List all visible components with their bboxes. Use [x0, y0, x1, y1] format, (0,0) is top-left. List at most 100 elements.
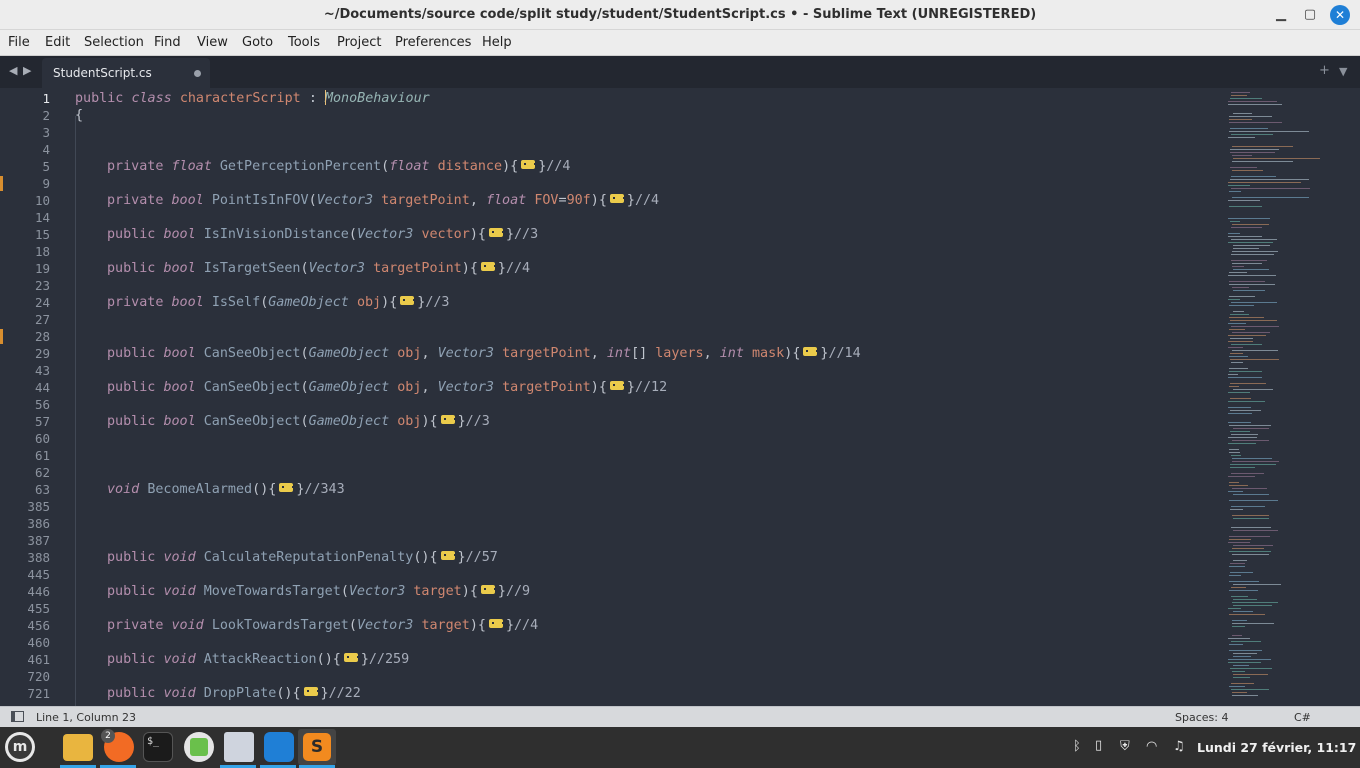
menu-file[interactable]: File [8, 35, 30, 50]
fold-marker-icon[interactable] [609, 381, 625, 390]
fold-marker-icon[interactable] [609, 194, 625, 203]
shield-icon[interactable]: ⛨ [1120, 739, 1130, 754]
text-editor-icon[interactable] [224, 732, 254, 762]
fold-marker-icon[interactable] [480, 262, 496, 271]
menu-edit[interactable]: Edit [45, 35, 70, 50]
minimap-line [1233, 677, 1250, 678]
menu-project[interactable]: Project [337, 35, 381, 50]
triangle-right-icon[interactable]: ▶ [23, 64, 31, 77]
minimap-line [1232, 287, 1249, 288]
minimap-line [1232, 146, 1293, 147]
fold-marker-icon[interactable] [803, 347, 819, 356]
code-line[interactable]: private bool IsSelf(GameObject obj){}//3 [107, 294, 450, 311]
fold-marker-icon[interactable] [343, 653, 359, 662]
line-number-gutter[interactable]: 1 2 3 4 5 9 10 14 15 18 19 23 24 27 28 29 43 44 56 57 60 61 62… [0, 88, 64, 706]
calculator-icon[interactable] [184, 732, 214, 762]
vscode-icon[interactable] [264, 732, 294, 762]
fold-marker-icon[interactable] [488, 228, 504, 237]
vertical-scrollbar[interactable] [1345, 88, 1353, 706]
line-number: 43 [34, 363, 50, 378]
menu-preferences[interactable]: Preferences [395, 35, 471, 50]
minimap-line [1228, 491, 1243, 492]
maximize-icon[interactable]: ▢ [1300, 5, 1320, 25]
code-line[interactable]: private float GetPerceptionPercent(float… [107, 158, 570, 175]
clock[interactable]: Lundi 27 février, 11:17 [1197, 740, 1356, 755]
code-line[interactable]: public bool CanSeeObject(GameObject obj,… [107, 345, 861, 362]
plus-icon[interactable]: + [1319, 63, 1330, 78]
minimap-line [1231, 689, 1269, 690]
editor-area[interactable]: 1 2 3 4 5 9 10 14 15 18 19 23 24 27 28 29 43 44 56 57 60 61 62… [0, 88, 1360, 706]
fold-marker-icon[interactable] [400, 296, 416, 305]
minimap-line [1229, 590, 1258, 591]
minimap-line [1233, 518, 1269, 519]
fold-marker-icon[interactable] [440, 551, 456, 560]
minimap-line [1229, 644, 1243, 645]
code-line[interactable]: public bool CanSeeObject(GameObject obj,… [107, 379, 667, 396]
minimap-line [1232, 602, 1278, 603]
menu-help[interactable]: Help [482, 35, 512, 50]
menu-selection[interactable]: Selection [84, 35, 144, 50]
code-line[interactable]: public void CalculateReputationPenalty()… [107, 549, 498, 566]
music-icon[interactable]: ♫ [1173, 739, 1185, 754]
minimap-line [1232, 266, 1244, 267]
code-line[interactable]: public class characterScript : MonoBehav… [75, 90, 430, 107]
code-line[interactable]: public bool IsInVisionDistance(Vector3 v… [107, 226, 538, 243]
line-number: 29 [34, 346, 50, 361]
minimize-icon[interactable]: ▁ [1271, 5, 1291, 25]
line-number: 56 [34, 397, 50, 412]
clipboard-icon[interactable]: ▯ [1095, 738, 1102, 753]
minimap-line [1230, 314, 1249, 315]
fold-marker-icon[interactable] [521, 160, 537, 169]
wifi-icon[interactable]: ◠ [1146, 739, 1157, 754]
minimap-line [1230, 563, 1245, 564]
tab-student-script[interactable]: StudentScript.cs [42, 58, 210, 88]
close-icon[interactable]: ✕ [1330, 5, 1350, 25]
fold-marker-icon[interactable] [303, 687, 319, 696]
fold-marker-icon[interactable] [440, 415, 456, 424]
mint-menu-icon[interactable]: m [5, 732, 35, 762]
minimap-line [1230, 410, 1261, 411]
triangle-left-icon[interactable]: ◀ [9, 64, 17, 77]
panel-toggle-icon[interactable] [11, 711, 24, 722]
code-line[interactable]: void BecomeAlarmed(){}//343 [107, 481, 345, 498]
minimap-line [1233, 599, 1257, 600]
minimap-line [1228, 401, 1265, 402]
minimap-line [1228, 413, 1252, 414]
line-number: 19 [34, 261, 50, 276]
modified-line-marker [0, 176, 3, 191]
menu-goto[interactable]: Goto [242, 35, 273, 50]
code-line[interactable]: private void LookTowardsTarget(Vector3 t… [107, 617, 538, 634]
fold-marker-icon[interactable] [279, 483, 295, 492]
modified-line-marker [0, 329, 3, 344]
code-line[interactable]: private bool PointIsInFOV(Vector3 target… [107, 192, 659, 209]
indentation-setting[interactable]: Spaces: 4 [1175, 711, 1228, 724]
minimap-line [1233, 653, 1257, 654]
menu-find[interactable]: Find [154, 35, 181, 50]
code-line[interactable]: { [75, 107, 83, 124]
files-icon[interactable] [63, 734, 93, 761]
minimap-line [1232, 155, 1252, 156]
syntax-setting[interactable]: C# [1294, 711, 1311, 724]
fold-marker-icon[interactable] [480, 585, 496, 594]
bluetooth-icon[interactable]: ᛒ [1073, 739, 1081, 754]
minimap-line [1230, 572, 1253, 573]
code-line[interactable]: public void AttackReaction(){}//259 [107, 651, 409, 668]
minimap-line [1228, 335, 1266, 336]
menu-tools[interactable]: Tools [288, 35, 320, 50]
fold-marker-icon[interactable] [488, 619, 504, 628]
minimap[interactable] [1222, 88, 1332, 706]
modified-dot-icon[interactable] [194, 70, 201, 77]
code-line[interactable]: public void MoveTowardsTarget(Vector3 ta… [107, 583, 530, 600]
terminal-icon[interactable]: $_ [143, 732, 173, 762]
code-line[interactable]: public bool CanSeeObject(GameObject obj)… [107, 413, 490, 430]
minimap-line [1229, 449, 1239, 450]
code-line[interactable]: public bool IsTargetSeen(Vector3 targetP… [107, 260, 530, 277]
line-number: 386 [27, 516, 50, 531]
minimap-line [1229, 581, 1259, 582]
chevron-down-icon[interactable]: ▼ [1339, 65, 1347, 78]
cursor-position[interactable]: Line 1, Column 23 [36, 711, 136, 724]
line-number: 721 [27, 686, 50, 701]
menu-view[interactable]: View [197, 35, 228, 50]
code-line[interactable]: public void DropPlate(){}//22 [107, 685, 361, 702]
sublime-active-slot[interactable]: S [298, 729, 336, 765]
